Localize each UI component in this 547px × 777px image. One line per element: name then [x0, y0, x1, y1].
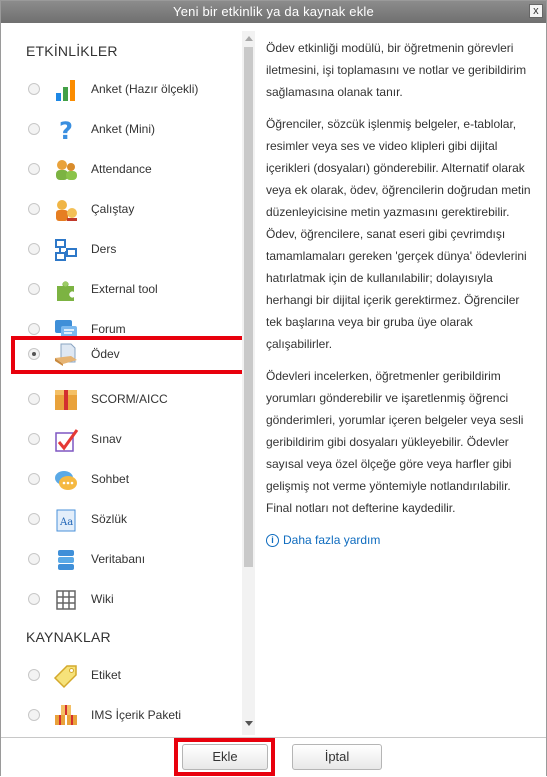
- option-attendance[interactable]: Attendance: [9, 151, 241, 189]
- info-icon: i: [266, 533, 279, 547]
- scroll-thumb[interactable]: [244, 47, 253, 567]
- quiz-checkmark-icon: [53, 427, 79, 453]
- add-button[interactable]: Ekle: [182, 744, 268, 770]
- radio-button[interactable]: [28, 669, 40, 681]
- description-paragraph: Öğrenciler, sözcük işlenmiş belgeler, e-…: [266, 117, 531, 351]
- dialog-title: Yeni bir etkinlik ya da kaynak ekle: [173, 4, 374, 19]
- radio-button[interactable]: [28, 473, 40, 485]
- description-paragraph: Ödev etkinliği modülü, bir öğretmenin gö…: [266, 41, 527, 99]
- option-label: IMS İçerik Paketi: [91, 708, 182, 722]
- radio-button[interactable]: [28, 203, 40, 215]
- option-sohbet[interactable]: Sohbet: [9, 461, 241, 499]
- scroll-up-arrow-icon[interactable]: [245, 36, 253, 41]
- option-label: Ders: [91, 242, 117, 256]
- option-label: Ödev: [91, 347, 120, 361]
- option-label: Sınav: [91, 432, 122, 446]
- radio-button[interactable]: [28, 163, 40, 175]
- glossary-icon: Aa: [53, 507, 79, 533]
- dialog-footer: Ekle İptal: [1, 737, 546, 777]
- svg-text:?: ?: [59, 117, 73, 143]
- workshop-icon: [53, 197, 79, 223]
- option-label: SCORM/AICC: [91, 392, 168, 406]
- radio-button[interactable]: [28, 433, 40, 445]
- assignment-icon: [53, 342, 79, 368]
- option-odev[interactable]: Ödev: [9, 336, 241, 374]
- svg-text:Aa: Aa: [59, 517, 73, 528]
- option-label: Veritabanı: [91, 552, 146, 566]
- question-mark-icon: ?: [53, 117, 79, 143]
- scroll-down-arrow-icon[interactable]: [245, 721, 253, 726]
- option-label: Sohbet: [91, 472, 130, 486]
- cancel-button[interactable]: İptal: [292, 744, 382, 770]
- bar-chart-icon: [53, 77, 79, 103]
- label-tag-icon: [53, 663, 79, 689]
- puzzle-icon: [53, 277, 79, 303]
- module-description: Ödev etkinliği modülü, bir öğretmenin gö…: [266, 37, 538, 551]
- add-activity-dialog: Yeni bir etkinlik ya da kaynak ekle x ET…: [0, 0, 547, 777]
- option-ims-icerik-paketi[interactable]: IMS İçerik Paketi: [9, 697, 241, 735]
- option-scorm[interactable]: SCORM/AICC: [9, 381, 241, 419]
- radio-button[interactable]: [28, 243, 40, 255]
- ims-package-icon: [53, 703, 79, 729]
- close-icon[interactable]: x: [529, 4, 543, 18]
- option-anket-hazir[interactable]: Anket (Hazır ölçekli): [9, 71, 241, 109]
- radio-button[interactable]: [28, 709, 40, 721]
- option-label: Çalıştay: [91, 202, 135, 216]
- radio-button[interactable]: [28, 393, 40, 405]
- option-sinav[interactable]: Sınav: [9, 421, 241, 459]
- people-icon: [53, 157, 79, 183]
- option-external-tool[interactable]: External tool: [9, 271, 241, 309]
- radio-button[interactable]: [28, 283, 40, 295]
- option-label: Anket (Hazır ölçekli): [91, 82, 199, 96]
- resources-heading: KAYNAKLAR: [26, 629, 111, 645]
- option-anket-mini[interactable]: ? Anket (Mini): [9, 111, 241, 149]
- radio-button[interactable]: [28, 553, 40, 565]
- option-label: Etiket: [91, 668, 122, 682]
- option-label: Forum: [91, 322, 126, 336]
- radio-button[interactable]: [28, 593, 40, 605]
- option-veritabani[interactable]: Veritabanı: [9, 541, 241, 579]
- more-help-link[interactable]: i Daha fazla yardım: [266, 529, 538, 551]
- dialog-titlebar: Yeni bir etkinlik ya da kaynak ekle x: [1, 1, 546, 23]
- radio-button[interactable]: [28, 513, 40, 525]
- scorm-package-icon: [53, 387, 79, 413]
- option-label: Anket (Mini): [91, 122, 156, 136]
- activities-heading: ETKİNLİKLER: [26, 43, 118, 59]
- option-calistay[interactable]: Çalıştay: [9, 191, 241, 229]
- radio-button-checked[interactable]: [28, 348, 40, 360]
- chat-bubble-icon: [53, 467, 79, 493]
- option-wiki[interactable]: Wiki: [9, 581, 241, 619]
- option-etiket[interactable]: Etiket: [9, 657, 241, 695]
- radio-button[interactable]: [28, 323, 40, 335]
- database-icon: [53, 547, 79, 573]
- list-scrollbar[interactable]: [242, 31, 255, 735]
- option-sozluk[interactable]: Aa Sözlük: [9, 501, 241, 539]
- description-paragraph: Ödevleri incelerken, öğretmenler geribil…: [266, 369, 524, 515]
- wiki-icon: [53, 587, 79, 613]
- option-label: Wiki: [91, 592, 114, 606]
- option-ders[interactable]: Ders: [9, 231, 241, 269]
- option-label: Attendance: [91, 162, 152, 176]
- option-label: Sözlük: [91, 512, 128, 526]
- radio-button[interactable]: [28, 83, 40, 95]
- module-chooser-list: ETKİNLİKLER Anket (Hazır ölçekli) ? Anke…: [9, 31, 257, 735]
- radio-button[interactable]: [28, 123, 40, 135]
- more-help-label[interactable]: Daha fazla yardım: [283, 529, 380, 551]
- lesson-icon: [53, 237, 79, 263]
- option-label: External tool: [91, 282, 158, 296]
